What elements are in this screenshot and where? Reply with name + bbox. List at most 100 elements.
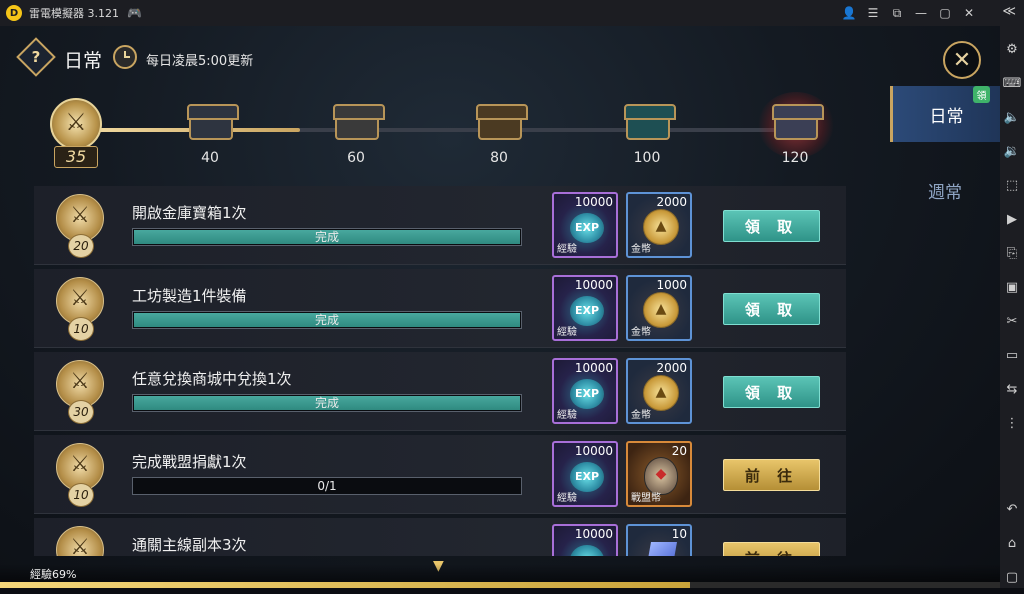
close-window-icon[interactable]: ✕ [960, 6, 978, 20]
emulator-titlebar: D 雷電模擬器 3.121 🎮 👤 ☰ ⧉ — ▢ ✕ ≪ [0, 0, 1024, 26]
emulator-logo-icon: D [6, 5, 22, 21]
menu-icon[interactable]: ☰ [864, 6, 882, 20]
winged-sword-icon [56, 526, 104, 556]
exp-reward[interactable]: 10000 [552, 524, 618, 556]
milestone-chest-80[interactable]: 80 [464, 88, 534, 186]
milestone-chest-100[interactable]: 100 [612, 88, 682, 186]
claim-button[interactable]: 領 取 [723, 210, 820, 242]
reward-caption: 經驗 [557, 327, 577, 338]
reward-amount: 10000 [574, 361, 613, 375]
fullscreen-icon[interactable]: ⬚ [1000, 168, 1024, 202]
exp-reward[interactable]: 10000 EXP 經驗 [552, 192, 618, 258]
milestone-value: 40 [201, 150, 219, 166]
account-icon[interactable]: 👤 [840, 6, 858, 20]
exp-orb-icon [570, 545, 604, 556]
more-icon[interactable]: ⋮ [1000, 406, 1024, 440]
gold-reward[interactable]: 1000 金幣 [626, 275, 692, 341]
game-viewport: ? 日常 每日凌晨5:00更新 ✕ 日常 領 週常 35 40 60 80 100 12… [0, 26, 1000, 588]
winged-sword-icon [50, 98, 102, 150]
collapse-sidebar-icon[interactable]: ≪ [1002, 4, 1016, 19]
video-icon[interactable]: ▭ [1000, 338, 1024, 372]
sync-icon[interactable]: ⇆ [1000, 372, 1024, 406]
screenshot-icon[interactable]: ✂ [1000, 304, 1024, 338]
task-progress-bar: 0/1 [132, 477, 522, 495]
milestone-chest-40[interactable]: 40 [175, 88, 245, 186]
panel-header: ? 日常 每日凌晨5:00更新 ✕ [0, 26, 1000, 88]
activity-medal: 35 [40, 98, 112, 174]
activity-progress-track: 35 40 60 80 100 120 [0, 88, 890, 186]
exp-bar [0, 582, 1000, 588]
exp-orb-icon: EXP [570, 379, 604, 409]
help-icon[interactable]: ? [22, 43, 50, 71]
restore-window-icon[interactable]: ⧉ [888, 6, 906, 21]
task-row: 10 工坊製造1件裝備完成 10000 EXP經驗 1000 金幣 領 取 [34, 269, 846, 348]
crystal-icon [645, 542, 677, 556]
tab-weekly[interactable]: 週常 [890, 162, 1000, 218]
tab-weekly-label: 週常 [928, 182, 962, 203]
task-progress-text: 0/1 [317, 479, 337, 493]
volume-up-icon[interactable]: 🔈 [1000, 100, 1024, 134]
keyboard-icon[interactable]: ⌨ [1000, 66, 1024, 100]
task-progress-bar: 完成 [132, 311, 522, 329]
task-name: 工坊製造1件裝備 [132, 287, 247, 305]
minimize-icon[interactable]: — [912, 6, 930, 20]
milestone-value: 120 [781, 150, 809, 166]
task-points: 10 [68, 317, 94, 341]
claim-button[interactable]: 領 取 [723, 376, 820, 408]
task-progress-text: 完成 [314, 230, 339, 244]
gold-reward[interactable]: 2000 金幣 [626, 192, 692, 258]
multi-instance-icon[interactable]: ⎘ [1000, 236, 1024, 270]
task-list[interactable]: 20開啟金庫寶箱1次完成10000EXP經驗2000金幣領 取10工坊製造1件裝… [34, 186, 846, 556]
window-controls: 👤 ☰ ⧉ — ▢ ✕ [840, 0, 978, 26]
record-icon[interactable]: ▶ [1000, 202, 1024, 236]
exp-reward[interactable]: 10000 EXP 經驗 [552, 358, 618, 424]
task-points: 20 [68, 234, 94, 258]
close-button[interactable]: ✕ [943, 41, 981, 79]
period-tabs: 日常 領 週常 [890, 86, 1000, 236]
tab-daily[interactable]: 日常 領 [890, 86, 1000, 142]
task-progress-bar: 完成 [132, 228, 522, 246]
treasure-chest-icon [187, 104, 239, 140]
go-button[interactable]: 前 往 [723, 459, 820, 491]
gold-reward[interactable]: 2000 金幣 [626, 358, 692, 424]
task-name: 完成戰盟捐獻1次 [132, 453, 247, 471]
exp-orb-icon: EXP [570, 462, 604, 492]
claim-badge: 領 [973, 86, 990, 103]
reward-amount: 2000 [656, 195, 687, 209]
crystal-reward[interactable]: 10 [626, 524, 692, 556]
maximize-icon[interactable]: ▢ [936, 6, 954, 20]
task-progress-text: 完成 [314, 396, 339, 410]
task-progress-text: 完成 [314, 313, 339, 327]
task-row: 20 開啟金庫寶箱1次完成 10000 EXP經驗 2000 金幣 領 取 [34, 186, 846, 265]
exp-orb-icon: EXP [570, 296, 604, 326]
milestone-value: 100 [633, 150, 661, 166]
apk-install-icon[interactable]: ▣ [1000, 270, 1024, 304]
task-progress-bar: 完成 [132, 394, 522, 412]
reward-amount: 10000 [574, 278, 613, 292]
reward-caption: 戰盟幣 [631, 493, 661, 504]
milestone-chest-120[interactable]: 120 [758, 88, 834, 186]
task-medal: 10 [52, 277, 110, 341]
activity-points: 35 [54, 146, 98, 168]
task-medal: 10 [52, 443, 110, 507]
gamepad-icon[interactable]: 🎮 [127, 6, 142, 20]
task-medal [52, 526, 110, 556]
task-name: 通關主線副本3次 [132, 536, 247, 554]
reward-amount: 10000 [574, 527, 613, 541]
go-button[interactable]: 前 往 [723, 542, 820, 556]
recent-apps-icon[interactable]: ▢ [1000, 560, 1024, 594]
milestone-chest-60[interactable]: 60 [321, 88, 391, 186]
task-medal: 30 [52, 360, 110, 424]
volume-down-icon[interactable]: 🔉 [1000, 134, 1024, 168]
reward-amount: 10000 [574, 195, 613, 209]
exp-reward[interactable]: 10000 EXP 經驗 [552, 441, 618, 507]
settings-icon[interactable]: ⚙ [1000, 32, 1024, 66]
reward-amount: 2000 [656, 361, 687, 375]
claim-button[interactable]: 領 取 [723, 293, 820, 325]
alliance-coin-reward[interactable]: 20 戰盟幣 [626, 441, 692, 507]
treasure-chest-icon [476, 104, 528, 140]
exp-reward[interactable]: 10000 EXP 經驗 [552, 275, 618, 341]
back-icon[interactable]: ↶ [1000, 492, 1024, 526]
home-icon[interactable]: ⌂ [1000, 526, 1024, 560]
task-points: 30 [68, 400, 94, 424]
